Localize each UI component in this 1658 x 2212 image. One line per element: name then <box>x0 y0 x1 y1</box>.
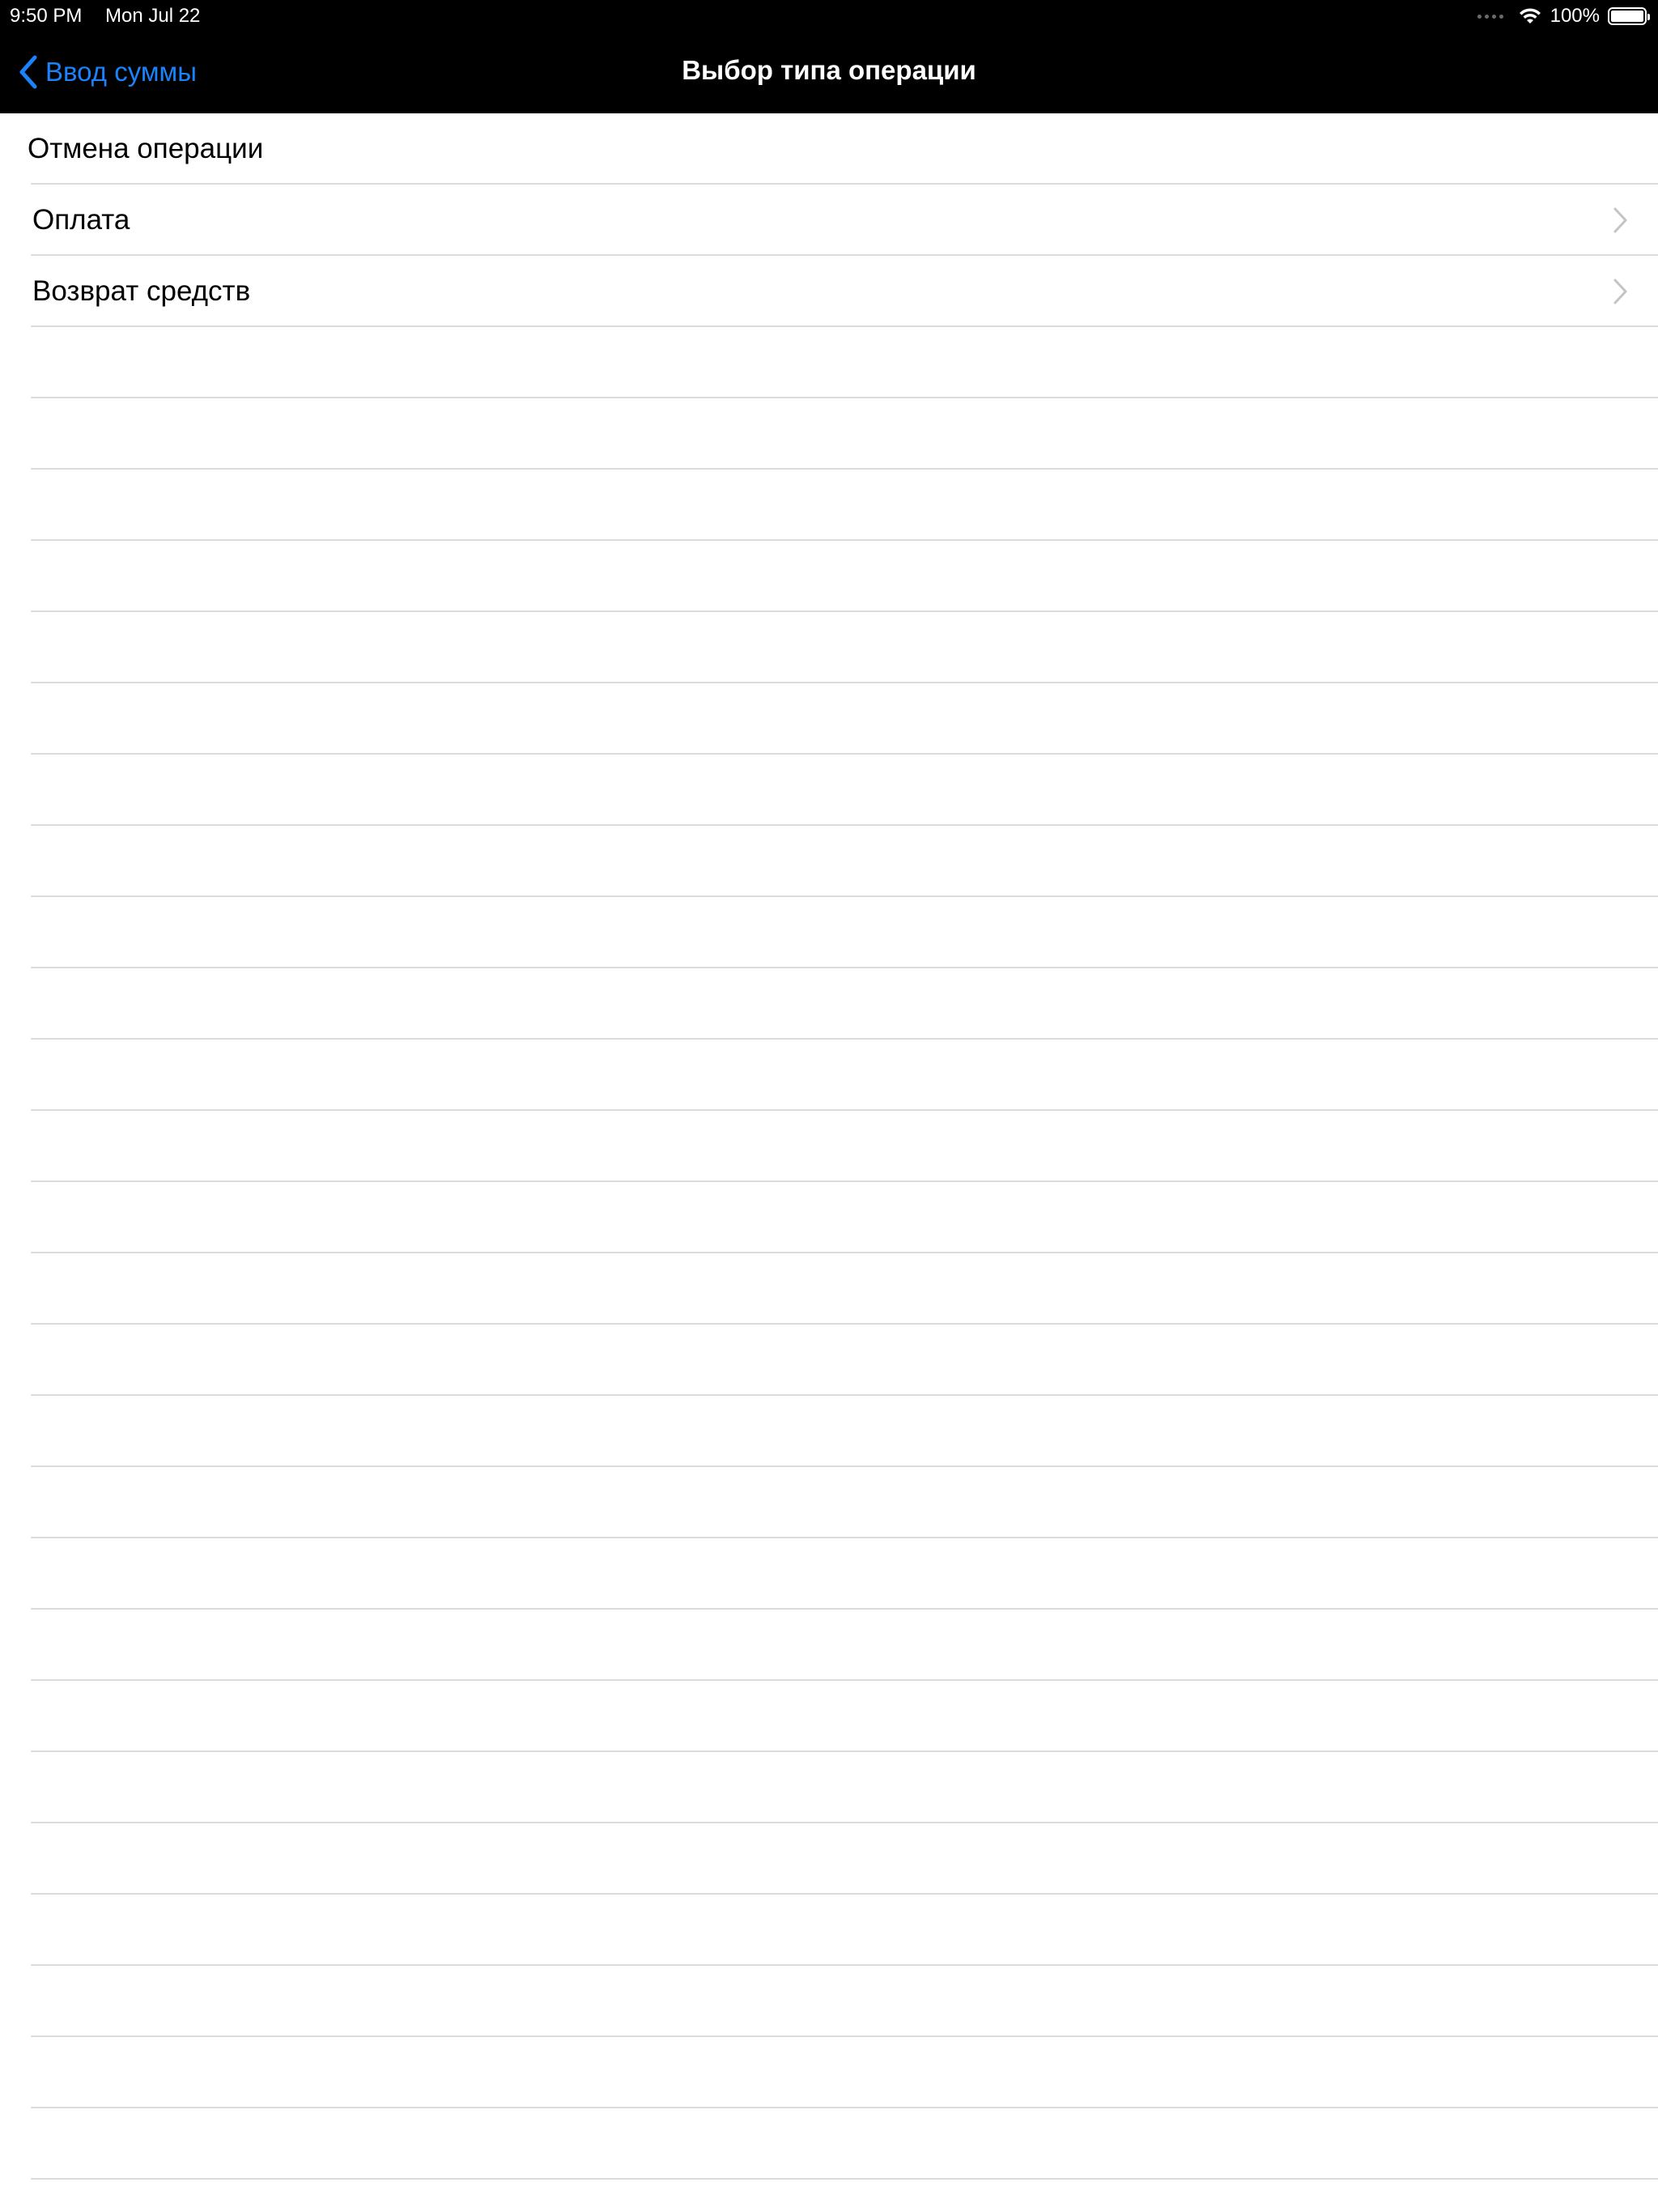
list-item-payment[interactable]: Оплата <box>0 185 1658 256</box>
wifi-icon <box>1519 8 1541 23</box>
empty-row <box>0 826 1658 897</box>
empty-row <box>0 1681 1658 1752</box>
list-item-label: Оплата <box>32 204 130 236</box>
chevron-right-icon <box>1613 279 1627 304</box>
chevron-right-icon <box>1613 207 1627 233</box>
operation-type-list: Отмена операции Оплата Возврат средств <box>0 113 1658 2180</box>
empty-row <box>0 1895 1658 1966</box>
status-indicators: 100% <box>1477 3 1650 29</box>
empty-row <box>0 1538 1658 1610</box>
empty-row <box>0 1111 1658 1182</box>
empty-row <box>0 1182 1658 1253</box>
empty-row <box>0 2037 1658 2108</box>
empty-row <box>0 755 1658 826</box>
list-item-label: Возврат средств <box>32 275 251 307</box>
top-bar: 9:50 PM Mon Jul 22 100% Ввод суммы Выбор… <box>0 0 1658 113</box>
empty-row <box>0 1396 1658 1467</box>
empty-row <box>0 1325 1658 1396</box>
empty-row <box>0 2108 1658 2180</box>
page-title: Выбор типа операции <box>682 55 976 85</box>
navigation-bar: Ввод суммы Выбор типа операции <box>0 32 1658 113</box>
empty-row <box>0 398 1658 470</box>
battery-percent: 100% <box>1550 5 1600 27</box>
empty-row <box>0 1823 1658 1895</box>
empty-row <box>0 470 1658 541</box>
list-item-refund[interactable]: Возврат средств <box>0 256 1658 327</box>
empty-row <box>0 1610 1658 1681</box>
list-item-label: Отмена операции <box>28 133 264 164</box>
battery-icon <box>1608 7 1650 25</box>
empty-row <box>0 897 1658 968</box>
empty-row <box>0 1966 1658 2037</box>
empty-row <box>0 1040 1658 1111</box>
empty-row <box>0 968 1658 1040</box>
empty-rows <box>0 327 1658 2180</box>
status-time: 9:50 PM <box>10 5 83 27</box>
empty-row <box>0 1752 1658 1823</box>
empty-row <box>0 1467 1658 1538</box>
status-date: Mon Jul 22 <box>105 5 201 27</box>
empty-row <box>0 612 1658 683</box>
empty-row <box>0 541 1658 612</box>
empty-row <box>0 327 1658 398</box>
list-item-cancel-operation[interactable]: Отмена операции <box>0 113 1658 185</box>
status-bar: 9:50 PM Mon Jul 22 100% <box>0 0 1658 32</box>
signal-dots-icon <box>1477 14 1503 19</box>
empty-row <box>0 683 1658 755</box>
empty-row <box>0 1253 1658 1325</box>
